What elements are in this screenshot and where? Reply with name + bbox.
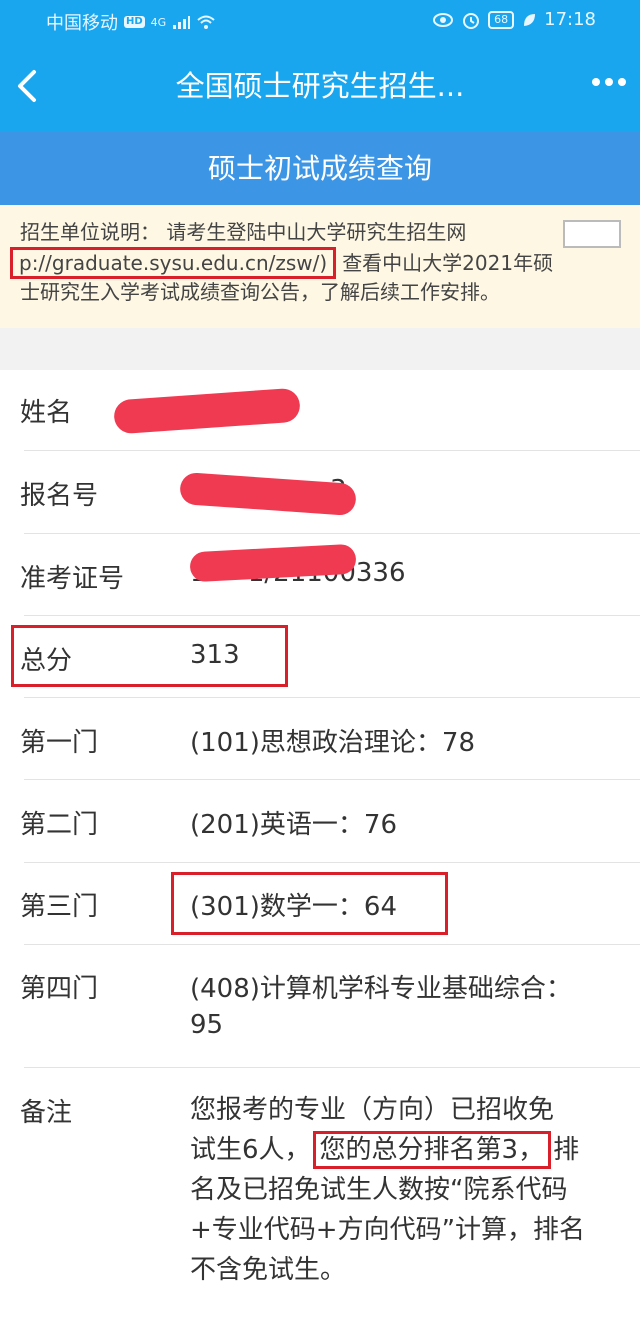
- spacer: [0, 328, 640, 370]
- divider: [24, 862, 640, 863]
- divider: [24, 533, 640, 534]
- more-options-icon[interactable]: [592, 78, 626, 86]
- nav-bar: 全国硕士研究生招生...: [0, 40, 640, 132]
- section-header: 硕士初试成绩查询: [0, 132, 640, 205]
- highlight-box: [171, 872, 448, 935]
- notice-line-1: 招生单位说明： 请考生登陆中山大学研究生招生网: [20, 220, 467, 244]
- divider: [24, 450, 640, 451]
- notice-line-3: 士研究生入学考试成绩查询公告，了解后续工作安排。: [20, 280, 500, 304]
- status-right: 68 17:18: [432, 9, 596, 30]
- status-left: 中国移动 HD 4G: [46, 9, 216, 35]
- ticket-label: 准考证号: [20, 564, 125, 594]
- back-arrow-icon[interactable]: [14, 68, 42, 104]
- subject-3-label: 第三门: [20, 892, 99, 922]
- highlight-box: [11, 625, 288, 687]
- battery-indicator: 68: [488, 10, 515, 29]
- notice-line-2-rest: 查看中山大学2021年硕: [342, 251, 554, 275]
- subject-1-label: 第一门: [20, 728, 99, 758]
- remark-line-2: 试生6人， 您的总分排名第3，排: [190, 1130, 620, 1170]
- remark-line-4: +专业代码+方向代码”计算，排名: [190, 1215, 586, 1245]
- subject-4-label: 第四门: [20, 974, 99, 1004]
- subject-4-value-line-1: (408)计算机学科专业基础综合：: [190, 974, 572, 1004]
- divider: [24, 697, 640, 698]
- signal-icon: [173, 16, 191, 29]
- remark-line-2-b: 排: [553, 1135, 580, 1165]
- divider: [24, 1067, 640, 1068]
- status-bar: 中国移动 HD 4G 68 17:18: [0, 0, 640, 40]
- subject-2-value: (201)英语一：76: [190, 810, 397, 840]
- remark-label: 备注: [20, 1098, 73, 1128]
- wifi-icon: [197, 15, 215, 29]
- notice-url-link[interactable]: p://graduate.sysu.edu.cn/zsw/): [10, 247, 337, 279]
- notice-panel: 招生单位说明： 请考生登陆中山大学研究生招生网 p://graduate.sys…: [0, 205, 640, 328]
- rank-highlight: 您的总分排名第3，: [312, 1131, 552, 1169]
- remark-line-2-a: 试生6人，: [190, 1135, 311, 1165]
- subject-4-value-line-2: 95: [190, 1010, 224, 1040]
- remark-line-5: 不含免试生。: [190, 1255, 347, 1285]
- name-label: 姓名: [20, 398, 73, 428]
- remark-line-1: 您报考的专业（方向）已招收免: [190, 1095, 555, 1125]
- remark-line-3: 名及已招免试生人数按“院系代码: [190, 1175, 568, 1205]
- carrier-label: 中国移动: [46, 13, 118, 34]
- hd-badge: HD: [124, 16, 145, 28]
- leaf-icon: [524, 13, 536, 26]
- alarm-icon: [463, 12, 480, 29]
- registration-label: 报名号: [20, 481, 99, 511]
- notice-blank-box: [563, 220, 621, 248]
- divider: [24, 944, 640, 945]
- notice-line-2: p://graduate.sysu.edu.cn/zsw/) 查看中山大学2021…: [10, 247, 554, 279]
- subject-2-label: 第二门: [20, 810, 99, 840]
- divider: [24, 779, 640, 780]
- remark-text: 您报考的专业（方向）已招收免 试生6人， 您的总分排名第3，排 名及已招免试生人数…: [190, 1090, 620, 1290]
- page-title: 全国硕士研究生招生...: [175, 69, 465, 103]
- divider: [24, 615, 640, 616]
- network-badge: 4G: [150, 15, 167, 29]
- eye-icon: [433, 12, 454, 27]
- subject-1-value: (101)思想政治理论：78: [190, 728, 475, 758]
- clock-time: 17:18: [544, 9, 596, 30]
